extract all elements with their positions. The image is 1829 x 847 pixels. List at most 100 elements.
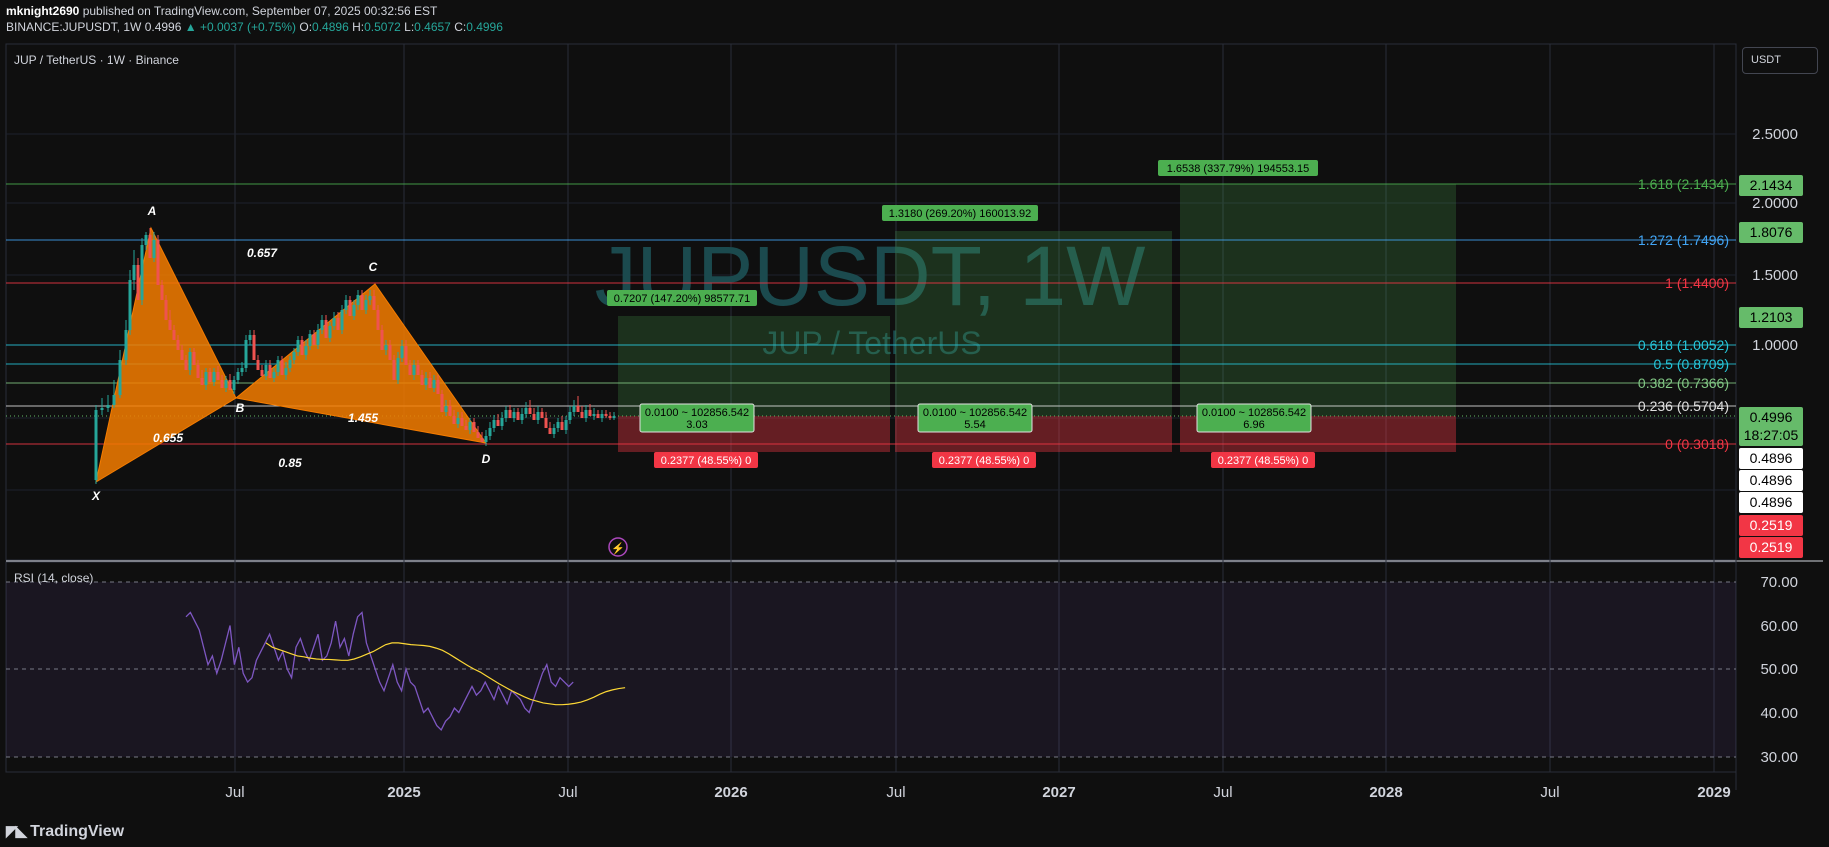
candle-body[interactable] xyxy=(360,295,364,310)
candle-body[interactable] xyxy=(252,335,256,360)
candle-body[interactable] xyxy=(268,365,272,378)
candle-body[interactable] xyxy=(118,360,122,395)
candle-body[interactable] xyxy=(228,380,232,390)
candle-body[interactable] xyxy=(344,300,348,310)
candle-body[interactable] xyxy=(240,368,244,372)
position-profit-zone[interactable] xyxy=(1180,184,1456,416)
candle-body[interactable] xyxy=(592,414,596,416)
candle-body[interactable] xyxy=(484,436,488,442)
candle-body[interactable] xyxy=(416,365,420,375)
candle-body[interactable] xyxy=(488,428,492,436)
candle-body[interactable] xyxy=(476,432,480,438)
tradingview-logo[interactable]: ◤◣ TradingView xyxy=(6,822,124,841)
candle-body[interactable] xyxy=(132,265,136,280)
currency-button[interactable]: USDT xyxy=(1742,47,1818,74)
candle-body[interactable] xyxy=(288,360,292,368)
candle-body[interactable] xyxy=(216,372,220,380)
candle-body[interactable] xyxy=(124,330,128,360)
candle-body[interactable] xyxy=(576,406,580,412)
candle-body[interactable] xyxy=(224,380,228,388)
candle-body[interactable] xyxy=(248,335,252,340)
candle-body[interactable] xyxy=(460,418,464,426)
candle-body[interactable] xyxy=(340,310,344,330)
candle-body[interactable] xyxy=(280,360,284,375)
candle-body[interactable] xyxy=(380,330,384,350)
candle-body[interactable] xyxy=(332,318,336,326)
candle-body[interactable] xyxy=(94,410,98,480)
candle-body[interactable] xyxy=(260,370,264,376)
candle-body[interactable] xyxy=(184,360,188,370)
candle-body[interactable] xyxy=(564,420,568,430)
candle-body[interactable] xyxy=(448,406,452,416)
candle-body[interactable] xyxy=(444,406,448,412)
candle-body[interactable] xyxy=(352,305,356,316)
candle-body[interactable] xyxy=(196,365,200,378)
candle-body[interactable] xyxy=(256,360,260,370)
candle-body[interactable] xyxy=(408,365,412,375)
candle-body[interactable] xyxy=(568,412,572,420)
candle-body[interactable] xyxy=(572,406,576,412)
candle-body[interactable] xyxy=(520,414,524,420)
candle-body[interactable] xyxy=(212,372,216,382)
candle-body[interactable] xyxy=(176,340,180,350)
candle-body[interactable] xyxy=(552,428,556,434)
candle-body[interactable] xyxy=(348,300,352,316)
candle-body[interactable] xyxy=(236,372,240,380)
candle-body[interactable] xyxy=(220,380,224,388)
candle-body[interactable] xyxy=(464,426,468,430)
candle-body[interactable] xyxy=(272,372,276,378)
candle-body[interactable] xyxy=(264,365,268,376)
candle-body[interactable] xyxy=(300,340,304,355)
candle-body[interactable] xyxy=(452,416,456,424)
candle-body[interactable] xyxy=(400,346,404,358)
candle-body[interactable] xyxy=(608,416,612,418)
candle-body[interactable] xyxy=(368,296,372,300)
candle-body[interactable] xyxy=(504,410,508,418)
candle-body[interactable] xyxy=(604,414,608,416)
candle-body[interactable] xyxy=(296,340,300,352)
candle-body[interactable] xyxy=(388,345,392,360)
candle-body[interactable] xyxy=(232,380,236,390)
candle-body[interactable] xyxy=(612,416,616,418)
candle-body[interactable] xyxy=(112,395,116,405)
candle-body[interactable] xyxy=(292,352,296,360)
candle-body[interactable] xyxy=(480,438,484,442)
candle-body[interactable] xyxy=(548,428,552,434)
candle-body[interactable] xyxy=(424,378,428,385)
candle-body[interactable] xyxy=(192,352,196,365)
position-profit-zone[interactable] xyxy=(895,231,1172,416)
candle-body[interactable] xyxy=(376,310,380,330)
position-profit-zone[interactable] xyxy=(618,316,890,416)
candle-body[interactable] xyxy=(412,365,416,375)
candle-body[interactable] xyxy=(152,240,156,258)
candle-body[interactable] xyxy=(372,296,376,310)
candle-body[interactable] xyxy=(308,334,312,346)
candle-body[interactable] xyxy=(468,422,472,430)
candle-body[interactable] xyxy=(320,320,324,330)
candle-body[interactable] xyxy=(528,408,532,414)
candle-body[interactable] xyxy=(172,330,176,340)
candle-body[interactable] xyxy=(508,410,512,418)
candle-body[interactable] xyxy=(456,418,460,424)
candle-body[interactable] xyxy=(156,240,160,285)
candle-body[interactable] xyxy=(276,360,280,372)
candle-body[interactable] xyxy=(532,414,536,420)
candle-body[interactable] xyxy=(204,372,208,385)
candle-body[interactable] xyxy=(588,410,592,416)
candle-body[interactable] xyxy=(516,412,520,420)
rsi-legend[interactable]: RSI (14, close) xyxy=(14,571,93,585)
candle-body[interactable] xyxy=(312,334,316,345)
candle-body[interactable] xyxy=(356,295,360,305)
candle-body[interactable] xyxy=(284,368,288,375)
candle-body[interactable] xyxy=(148,235,152,258)
candle-body[interactable] xyxy=(168,320,172,330)
candle-body[interactable] xyxy=(164,300,168,320)
candle-body[interactable] xyxy=(136,265,140,300)
candle-body[interactable] xyxy=(106,405,110,408)
candle-body[interactable] xyxy=(208,372,212,382)
candle-body[interactable] xyxy=(536,412,540,420)
candle-body[interactable] xyxy=(200,378,204,385)
candle-body[interactable] xyxy=(392,360,396,380)
candle-body[interactable] xyxy=(128,280,132,330)
candle-body[interactable] xyxy=(428,378,432,388)
